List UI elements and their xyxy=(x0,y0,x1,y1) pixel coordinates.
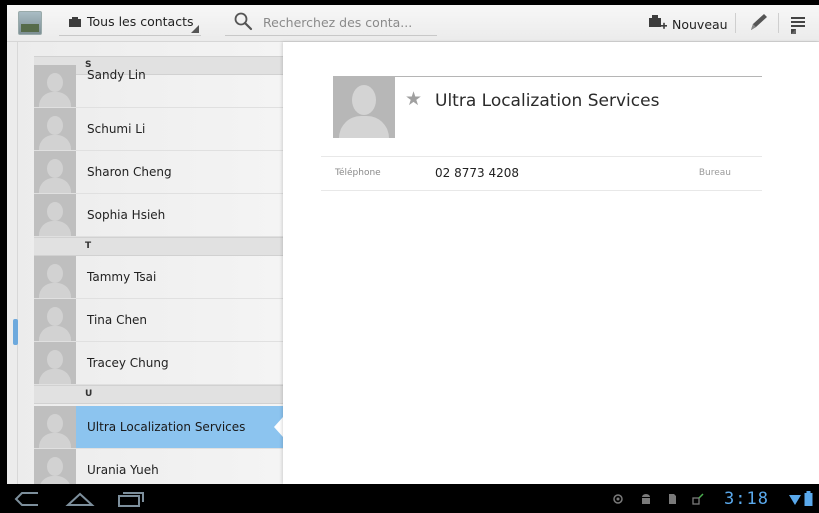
fast-scroll-thumb[interactable] xyxy=(13,319,18,345)
divider xyxy=(735,13,736,33)
contact-photo[interactable] xyxy=(333,76,395,138)
android-debug-icon[interactable] xyxy=(640,493,652,505)
phone-number: 02 8773 4208 xyxy=(435,166,519,180)
contact-name: Sophia Hsieh xyxy=(87,208,166,222)
recent-apps-icon[interactable] xyxy=(116,490,146,508)
new-contact-label: Nouveau xyxy=(672,17,728,32)
dropdown-corner-icon xyxy=(191,25,199,33)
contact-row[interactable]: Schumi Li xyxy=(34,108,283,151)
avatar xyxy=(34,194,76,236)
contact-list-panel[interactable]: S Sandy Lin Schumi Li Sharon Cheng Sophi… xyxy=(7,42,283,484)
search-field[interactable]: Recherchez des conta... xyxy=(225,9,437,36)
contact-row[interactable]: Tina Chen xyxy=(34,299,283,342)
menu-corner-icon xyxy=(791,29,796,34)
list-guide-line xyxy=(17,42,18,484)
section-header-u: U xyxy=(34,385,283,404)
contacts-app: Tous les contacts Recherchez des conta..… xyxy=(7,5,819,484)
contact-name: Sandy Lin xyxy=(87,68,146,82)
contact-detail-panel: ★ Ultra Localization Services Téléphone … xyxy=(283,42,819,484)
menu-icon-line xyxy=(791,21,805,23)
section-header-t: T xyxy=(34,237,283,256)
avatar xyxy=(34,108,76,150)
overflow-menu-button[interactable] xyxy=(783,10,813,36)
usb-icon[interactable] xyxy=(692,493,704,505)
contact-name: Tammy Tsai xyxy=(87,270,157,284)
contact-row[interactable]: Urania Yueh xyxy=(34,449,283,484)
add-contact-icon xyxy=(649,15,667,29)
avatar xyxy=(34,256,76,298)
avatar xyxy=(34,342,76,384)
selection-pointer xyxy=(274,417,283,437)
action-bar: Tous les contacts Recherchez des conta..… xyxy=(7,5,819,42)
contact-name: Ultra Localization Services xyxy=(87,420,246,434)
avatar xyxy=(34,65,76,107)
pencil-icon xyxy=(751,14,767,30)
menu-icon xyxy=(791,17,805,19)
app-contacts-icon[interactable] xyxy=(18,11,42,35)
avatar xyxy=(34,449,76,484)
contact-name: Tracey Chung xyxy=(87,356,169,370)
avatar xyxy=(34,151,76,193)
contact-row[interactable]: Tammy Tsai xyxy=(34,256,283,299)
section-letter: U xyxy=(85,389,93,399)
menu-icon-line xyxy=(791,25,805,27)
search-placeholder: Recherchez des conta... xyxy=(263,15,413,30)
contacts-group-icon xyxy=(69,17,81,27)
contact-name: Tina Chen xyxy=(87,313,148,327)
star-icon[interactable]: ★ xyxy=(405,90,422,109)
phone-type: Bureau xyxy=(698,168,731,178)
section-letter: T xyxy=(85,241,92,251)
phone-entry[interactable]: Téléphone 02 8773 4208 Bureau xyxy=(321,156,762,191)
name-divider xyxy=(395,76,762,77)
contact-row[interactable]: Sandy Lin xyxy=(34,65,283,108)
contact-row[interactable]: Tracey Chung xyxy=(34,342,283,385)
contacts-filter-dropdown[interactable]: Tous les contacts xyxy=(59,9,201,36)
gps-icon[interactable] xyxy=(612,493,624,505)
new-contact-button[interactable]: Nouveau xyxy=(645,9,731,37)
search-icon xyxy=(234,12,253,31)
home-icon[interactable] xyxy=(64,490,96,508)
filter-label: Tous les contacts xyxy=(87,14,194,29)
edit-button[interactable] xyxy=(740,10,774,36)
sd-card-icon[interactable] xyxy=(666,493,678,505)
avatar xyxy=(34,299,76,341)
back-icon[interactable] xyxy=(12,490,42,508)
clock[interactable]: 3:18 xyxy=(724,489,769,509)
wifi-icon[interactable] xyxy=(788,492,802,506)
device-frame: Tous les contacts Recherchez des conta..… xyxy=(0,0,819,513)
contact-name: Urania Yueh xyxy=(87,463,159,477)
system-bar: 3:18 xyxy=(0,484,819,513)
contact-name: Schumi Li xyxy=(87,122,146,136)
contact-row[interactable]: Sharon Cheng xyxy=(34,151,283,194)
contact-detail-name: Ultra Localization Services xyxy=(435,91,660,111)
divider xyxy=(778,13,779,33)
phone-label: Téléphone xyxy=(335,168,381,178)
contact-row[interactable]: Sophia Hsieh xyxy=(34,194,283,237)
contact-name: Sharon Cheng xyxy=(87,165,172,179)
contact-row-selected[interactable]: Ultra Localization Services xyxy=(34,406,283,449)
battery-icon[interactable] xyxy=(804,491,813,506)
avatar xyxy=(34,406,76,448)
